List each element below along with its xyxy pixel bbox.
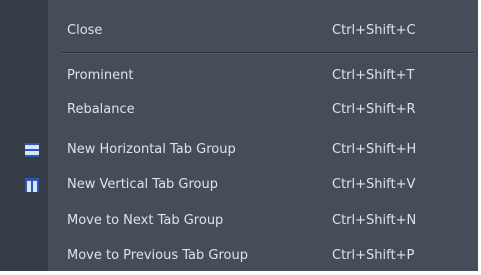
menu-item-label: Rebalance (67, 102, 135, 117)
menu-separator (62, 52, 474, 54)
menu-item-move-to-previous-tab-group[interactable]: Move to Previous Tab Group Ctrl+Shift+P (0, 240, 478, 272)
menu-item-shortcut: Ctrl+Shift+N (332, 213, 417, 228)
page-background-strip (0, 271, 481, 275)
menu-item-shortcut: Ctrl+Shift+V (332, 177, 416, 192)
menu-item-shortcut: Ctrl+Shift+P (332, 248, 415, 263)
menu-item-shortcut: Ctrl+Shift+R (332, 102, 416, 117)
context-menu: Close Ctrl+Shift+C Prominent Ctrl+Shift+… (0, 0, 478, 271)
menu-item-label: Prominent (67, 68, 134, 83)
menu-item-label: New Vertical Tab Group (67, 177, 218, 192)
menu-item-new-vertical-tab-group[interactable]: New Vertical Tab Group Ctrl+Shift+V (0, 169, 478, 201)
menu-item-new-horizontal-tab-group[interactable]: New Horizontal Tab Group Ctrl+Shift+H (0, 134, 478, 166)
menu-item-shortcut: Ctrl+Shift+C (332, 23, 416, 38)
menu-item-close[interactable]: Close Ctrl+Shift+C (0, 15, 478, 47)
vertical-split-icon (25, 178, 39, 192)
menu-item-label: Move to Next Tab Group (67, 213, 224, 228)
menu-item-shortcut: Ctrl+Shift+H (332, 142, 417, 157)
menu-item-rebalance[interactable]: Rebalance Ctrl+Shift+R (0, 94, 478, 126)
menu-item-label: New Horizontal Tab Group (67, 142, 236, 157)
menu-item-shortcut: Ctrl+Shift+T (332, 68, 415, 83)
menu-item-prominent[interactable]: Prominent Ctrl+Shift+T (0, 60, 478, 92)
menu-item-label: Close (67, 23, 103, 38)
menu-item-move-to-next-tab-group[interactable]: Move to Next Tab Group Ctrl+Shift+N (0, 205, 478, 237)
menu-item-label: Move to Previous Tab Group (67, 248, 248, 263)
horizontal-split-icon (25, 143, 39, 157)
